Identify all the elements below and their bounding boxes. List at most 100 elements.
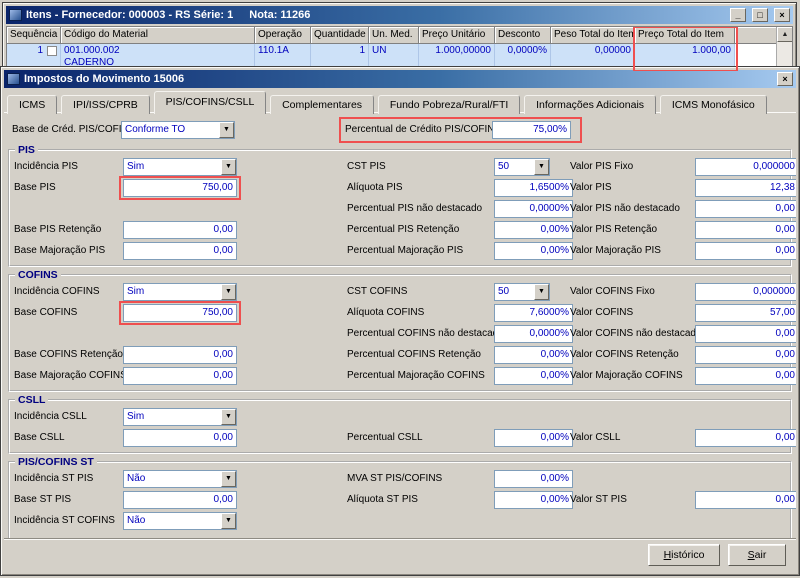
base-cred-select[interactable]: Conforme TO ▼ <box>121 121 235 139</box>
valor-csll-input[interactable]: 0,00 <box>695 429 796 447</box>
perc-cofins-ret-input[interactable]: 0,00% <box>494 346 573 364</box>
valor-pis-fixo-input[interactable]: 0,000000 <box>695 158 796 176</box>
items-window-icon <box>9 9 22 21</box>
incidencia-cofins-select[interactable]: Sim ▼ <box>123 283 237 301</box>
st-group: PIS/COFINS ST Incidência ST PIS Não ▼ MVA… <box>8 456 796 538</box>
cst-pis-select[interactable]: 50 ▼ <box>494 158 550 176</box>
aliquota-pis-input[interactable]: 1,6500% <box>494 179 573 197</box>
dropdown-arrow-icon[interactable]: ▼ <box>221 159 236 175</box>
pis-group: PIS Incidência PIS Sim ▼ CST PIS 50 ▼ Valo… <box>8 144 796 267</box>
percentual-csll-input[interactable]: 0,00% <box>494 429 573 447</box>
valor-st-pis-input[interactable]: 0,00 <box>695 491 796 509</box>
mva-st-input[interactable]: 0,00% <box>494 470 573 488</box>
base-cofins-ret-label: Base COFINS Retenção <box>14 349 123 360</box>
incidencia-cofins-label: Incidência COFINS <box>14 286 100 297</box>
historico-button[interactable]: Histórico <box>648 543 720 566</box>
incidencia-pis-value: Sim <box>127 161 145 172</box>
tab-fundo-pobreza-rural-fti[interactable]: Fundo Pobreza/Rural/FTI <box>377 95 521 114</box>
base-csll-input[interactable]: 0,00 <box>123 429 237 447</box>
tab-informacoes-adicionais[interactable]: Informações Adicionais <box>524 95 657 114</box>
dropdown-arrow-icon[interactable]: ▼ <box>221 513 236 529</box>
base-csll-label: Base CSLL <box>14 432 65 443</box>
incidencia-st-pis-value: Não <box>127 473 146 484</box>
base-st-pis-label: Base ST PIS <box>14 494 72 505</box>
valor-pis-maj-input[interactable]: 0,00 <box>695 242 796 260</box>
tab-icms[interactable]: ICMS <box>7 95 58 114</box>
maximize-button[interactable]: □ <box>752 8 768 22</box>
perc-pis-ret-input[interactable]: 0,00% <box>494 221 573 239</box>
csll-group-legend: CSLL <box>18 394 46 406</box>
base-cofins-input[interactable]: 750,00 <box>123 304 237 322</box>
incidencia-csll-select[interactable]: Sim ▼ <box>123 408 237 426</box>
incidencia-st-pis-select[interactable]: Não ▼ <box>123 470 237 488</box>
col-header-preco-total[interactable]: Preço Total do Item <box>635 27 735 44</box>
base-cofins-label: Base COFINS <box>14 307 78 318</box>
col-header-desconto[interactable]: Desconto <box>495 27 551 44</box>
valor-cofins-fixo-input[interactable]: 0,000000 <box>695 283 796 301</box>
col-header-sequencia[interactable]: Sequência <box>7 27 61 44</box>
valor-pis-nd-input[interactable]: 0,00 <box>695 200 796 218</box>
dropdown-arrow-icon[interactable]: ▼ <box>221 284 236 300</box>
aliquota-cofins-input[interactable]: 7,6000% <box>494 304 573 322</box>
valor-cofins-ret-input[interactable]: 0,00 <box>695 346 796 364</box>
valor-csll-label: Valor CSLL <box>570 432 621 443</box>
valor-pis-ret-label: Valor PIS Retenção <box>570 224 658 235</box>
scroll-up-icon[interactable]: ▲ <box>777 27 792 42</box>
valor-cofins-maj-input[interactable]: 0,00 <box>695 367 796 385</box>
aliquota-st-pis-input[interactable]: 0,00% <box>494 491 573 509</box>
base-pis-maj-input[interactable]: 0,00 <box>123 242 237 260</box>
perc-cofins-nd-input[interactable]: 0,0000% <box>494 325 573 343</box>
row-checkbox[interactable] <box>47 46 57 56</box>
perc-pis-maj-input[interactable]: 0,00% <box>494 242 573 260</box>
incidencia-st-cofins-select[interactable]: Não ▼ <box>123 512 237 530</box>
valor-pis-input[interactable]: 12,38 <box>695 179 796 197</box>
cell-codigo-value: 001.000.002 <box>64 45 120 56</box>
valor-cofins-nd-input[interactable]: 0,00 <box>695 325 796 343</box>
valor-cofins-input[interactable]: 57,00 <box>695 304 796 322</box>
base-cofins-ret-input[interactable]: 0,00 <box>123 346 237 364</box>
valor-cofins-fixo-label: Valor COFINS Fixo <box>570 286 655 297</box>
valor-pis-maj-label: Valor Majoração PIS <box>570 245 661 256</box>
incidencia-st-cofins-label: Incidência ST COFINS <box>14 515 115 526</box>
sair-button[interactable]: Sair <box>728 543 786 566</box>
items-grid-header: Sequência Código do Material Operação Qu… <box>7 27 792 44</box>
base-st-pis-input[interactable]: 0,00 <box>123 491 237 509</box>
incidencia-st-cofins-value: Não <box>127 515 146 526</box>
dropdown-arrow-icon[interactable]: ▼ <box>534 284 549 300</box>
tab-complementares[interactable]: Complementares <box>270 95 375 114</box>
base-cred-value: Conforme TO <box>125 124 186 135</box>
cst-cofins-select[interactable]: 50 ▼ <box>494 283 550 301</box>
col-header-peso-total[interactable]: Peso Total do Item <box>551 27 635 44</box>
tab-ipi-iss-cprb[interactable]: IPI/ISS/CPRB <box>61 95 150 114</box>
col-header-codigo-material[interactable]: Código do Material <box>61 27 255 44</box>
tab-pis-cofins-csll[interactable]: PIS/COFINS/CSLL <box>153 91 267 114</box>
col-header-un-med[interactable]: Un. Med. <box>369 27 419 44</box>
perc-pis-maj-label: Percentual Majoração PIS <box>347 245 464 256</box>
perc-pis-nd-input[interactable]: 0,0000% <box>494 200 573 218</box>
grid-vertical-scrollbar[interactable]: ▲ <box>776 27 792 71</box>
col-header-quantidade[interactable]: Quantidade <box>311 27 369 44</box>
dropdown-arrow-icon[interactable]: ▼ <box>219 122 234 138</box>
tax-tabstrip: ICMS IPI/ISS/CPRB PIS/COFINS/CSLL Comple… <box>4 88 796 114</box>
base-pis-label: Base PIS <box>14 182 56 193</box>
cst-pis-value: 50 <box>498 161 510 172</box>
base-pis-ret-input[interactable]: 0,00 <box>123 221 237 239</box>
minimize-button[interactable]: _ <box>730 8 746 22</box>
incidencia-pis-label: Incidência PIS <box>14 161 78 172</box>
dropdown-arrow-icon[interactable]: ▼ <box>534 159 549 175</box>
col-header-preco-unitario[interactable]: Preço Unitário <box>419 27 495 44</box>
tab-icms-monofasico[interactable]: ICMS Monofásico <box>659 95 767 114</box>
close-button[interactable]: × <box>777 72 793 86</box>
tax-window-footer: Histórico Sair <box>4 538 796 572</box>
close-button[interactable]: × <box>774 8 790 22</box>
base-cofins-maj-input[interactable]: 0,00 <box>123 367 237 385</box>
perc-cofins-maj-input[interactable]: 0,00% <box>494 367 573 385</box>
perc-cred-input[interactable]: 75,00% <box>492 121 571 139</box>
items-window-title: Itens - Fornecedor: 000003 - RS Série: 1… <box>26 9 724 21</box>
dropdown-arrow-icon[interactable]: ▼ <box>221 409 236 425</box>
incidencia-pis-select[interactable]: Sim ▼ <box>123 158 237 176</box>
base-pis-input[interactable]: 750,00 <box>123 179 237 197</box>
dropdown-arrow-icon[interactable]: ▼ <box>221 471 236 487</box>
valor-pis-ret-input[interactable]: 0,00 <box>695 221 796 239</box>
col-header-operacao[interactable]: Operação <box>255 27 311 44</box>
